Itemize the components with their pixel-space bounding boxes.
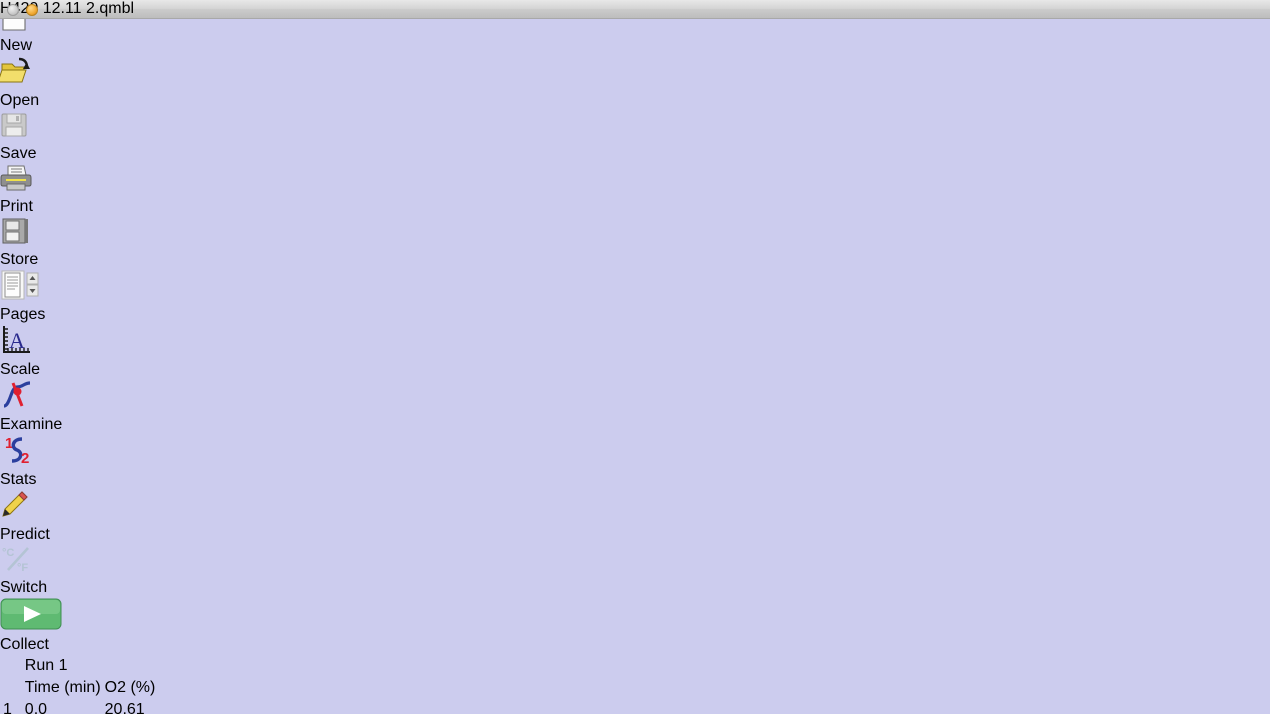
toolbar-button-open[interactable]: Open bbox=[0, 55, 1270, 110]
toolbar-label: Pages bbox=[0, 306, 46, 323]
column-units: (%) bbox=[130, 679, 156, 696]
toolbar-items: New Open Save Print Store Pages A Scale … bbox=[0, 0, 1270, 654]
play-collect-icon bbox=[0, 597, 1270, 636]
row-pad bbox=[158, 700, 160, 714]
printer-icon bbox=[0, 163, 1270, 198]
toolbar-button-collect[interactable]: Collect bbox=[0, 597, 1270, 654]
title-bar: H420 12.11 2.qmbl bbox=[0, 0, 1270, 19]
statistics-icon: 1 2 bbox=[0, 434, 1270, 471]
toolbar-button-scale[interactable]: A Scale bbox=[0, 324, 1270, 379]
table-header-pad bbox=[158, 678, 160, 698]
autoscale-icon: A bbox=[0, 324, 1270, 361]
toolbar-label: Collect bbox=[0, 636, 49, 653]
data-table[interactable]: Run 1 Time (min) O2 (%) 1 0.0 20.61 bbox=[0, 654, 1270, 714]
table-body: 10.020.6120.220.6230.320.6240.520.6250.7… bbox=[2, 700, 160, 714]
toolbar-label: Print bbox=[0, 198, 33, 215]
toolbar-label: Store bbox=[0, 251, 39, 268]
logger-pro-window: H420 12.11 2.qmbl New Open Save Print St… bbox=[0, 0, 1270, 714]
toolbar-label: Stats bbox=[0, 471, 37, 488]
pages-icon bbox=[0, 269, 1270, 306]
cell-time[interactable]: 0.0 bbox=[24, 700, 102, 714]
column-name: Time bbox=[24, 679, 60, 696]
toolbar-label: Save bbox=[0, 145, 37, 162]
close-button[interactable] bbox=[7, 4, 19, 16]
left-panel: Run 1 Time (min) O2 (%) 1 0.0 20.61 bbox=[0, 654, 1270, 714]
toolbar-label: Switch bbox=[0, 579, 48, 596]
row-index: 1 bbox=[3, 701, 12, 714]
table-index-header bbox=[2, 678, 22, 698]
toolbar-button-pages[interactable]: Pages bbox=[0, 269, 1270, 324]
main-toolbar: New Open Save Print Store Pages A Scale … bbox=[0, 0, 1270, 654]
column-units: (min) bbox=[64, 679, 101, 696]
toolbar-label: Open bbox=[0, 92, 40, 109]
column-name: O2 bbox=[104, 679, 126, 696]
column-header-time[interactable]: Time (min) bbox=[24, 678, 102, 698]
toolbar-button-examine[interactable]: Examine bbox=[0, 379, 1270, 434]
toolbar-label: New bbox=[0, 37, 33, 54]
toolbar-label: Predict bbox=[0, 526, 50, 543]
table-column-header-row: Time (min) O2 (%) bbox=[2, 678, 160, 698]
window-controls bbox=[7, 4, 57, 16]
data-table-grid: Run 1 Time (min) O2 (%) 1 0.0 20.61 bbox=[0, 654, 162, 714]
table-header-pad bbox=[158, 656, 160, 676]
cell-o2[interactable]: 20.61 bbox=[104, 700, 157, 714]
store-latest-run-icon bbox=[0, 216, 1270, 251]
toolbar-button-switch[interactable]: °C °F Switch bbox=[0, 544, 1270, 597]
floppy-disk-icon bbox=[0, 110, 1270, 145]
toolbar-button-stats[interactable]: 1 2 Stats bbox=[0, 434, 1270, 489]
toolbar-button-predict[interactable]: Predict bbox=[0, 489, 1270, 544]
toolbar-button-store[interactable]: Store bbox=[0, 216, 1270, 269]
run-label-cell[interactable]: Run 1 bbox=[24, 656, 157, 676]
svg-text:°F: °F bbox=[17, 562, 28, 574]
units-switch-icon: °C °F bbox=[0, 544, 1270, 579]
open-folder-icon bbox=[0, 55, 1270, 92]
table-run-header-row: Run 1 bbox=[2, 656, 160, 676]
svg-text:2: 2 bbox=[21, 450, 29, 466]
toolbar-button-save[interactable]: Save bbox=[0, 110, 1270, 163]
toolbar-label: Examine bbox=[0, 416, 63, 433]
minimize-button[interactable] bbox=[26, 4, 38, 16]
pencil-predict-icon bbox=[0, 489, 1270, 526]
toolbar-button-print[interactable]: Print bbox=[0, 163, 1270, 216]
column-header-o2[interactable]: O2 (%) bbox=[104, 678, 157, 698]
table-corner-cell bbox=[2, 656, 22, 676]
svg-text:A: A bbox=[9, 328, 25, 353]
examine-icon bbox=[0, 379, 1270, 416]
zoom-button[interactable] bbox=[45, 4, 57, 16]
table-row[interactable]: 1 0.0 20.61 bbox=[2, 700, 160, 714]
toolbar-label: Scale bbox=[0, 361, 41, 378]
svg-text:°C: °C bbox=[2, 547, 14, 559]
